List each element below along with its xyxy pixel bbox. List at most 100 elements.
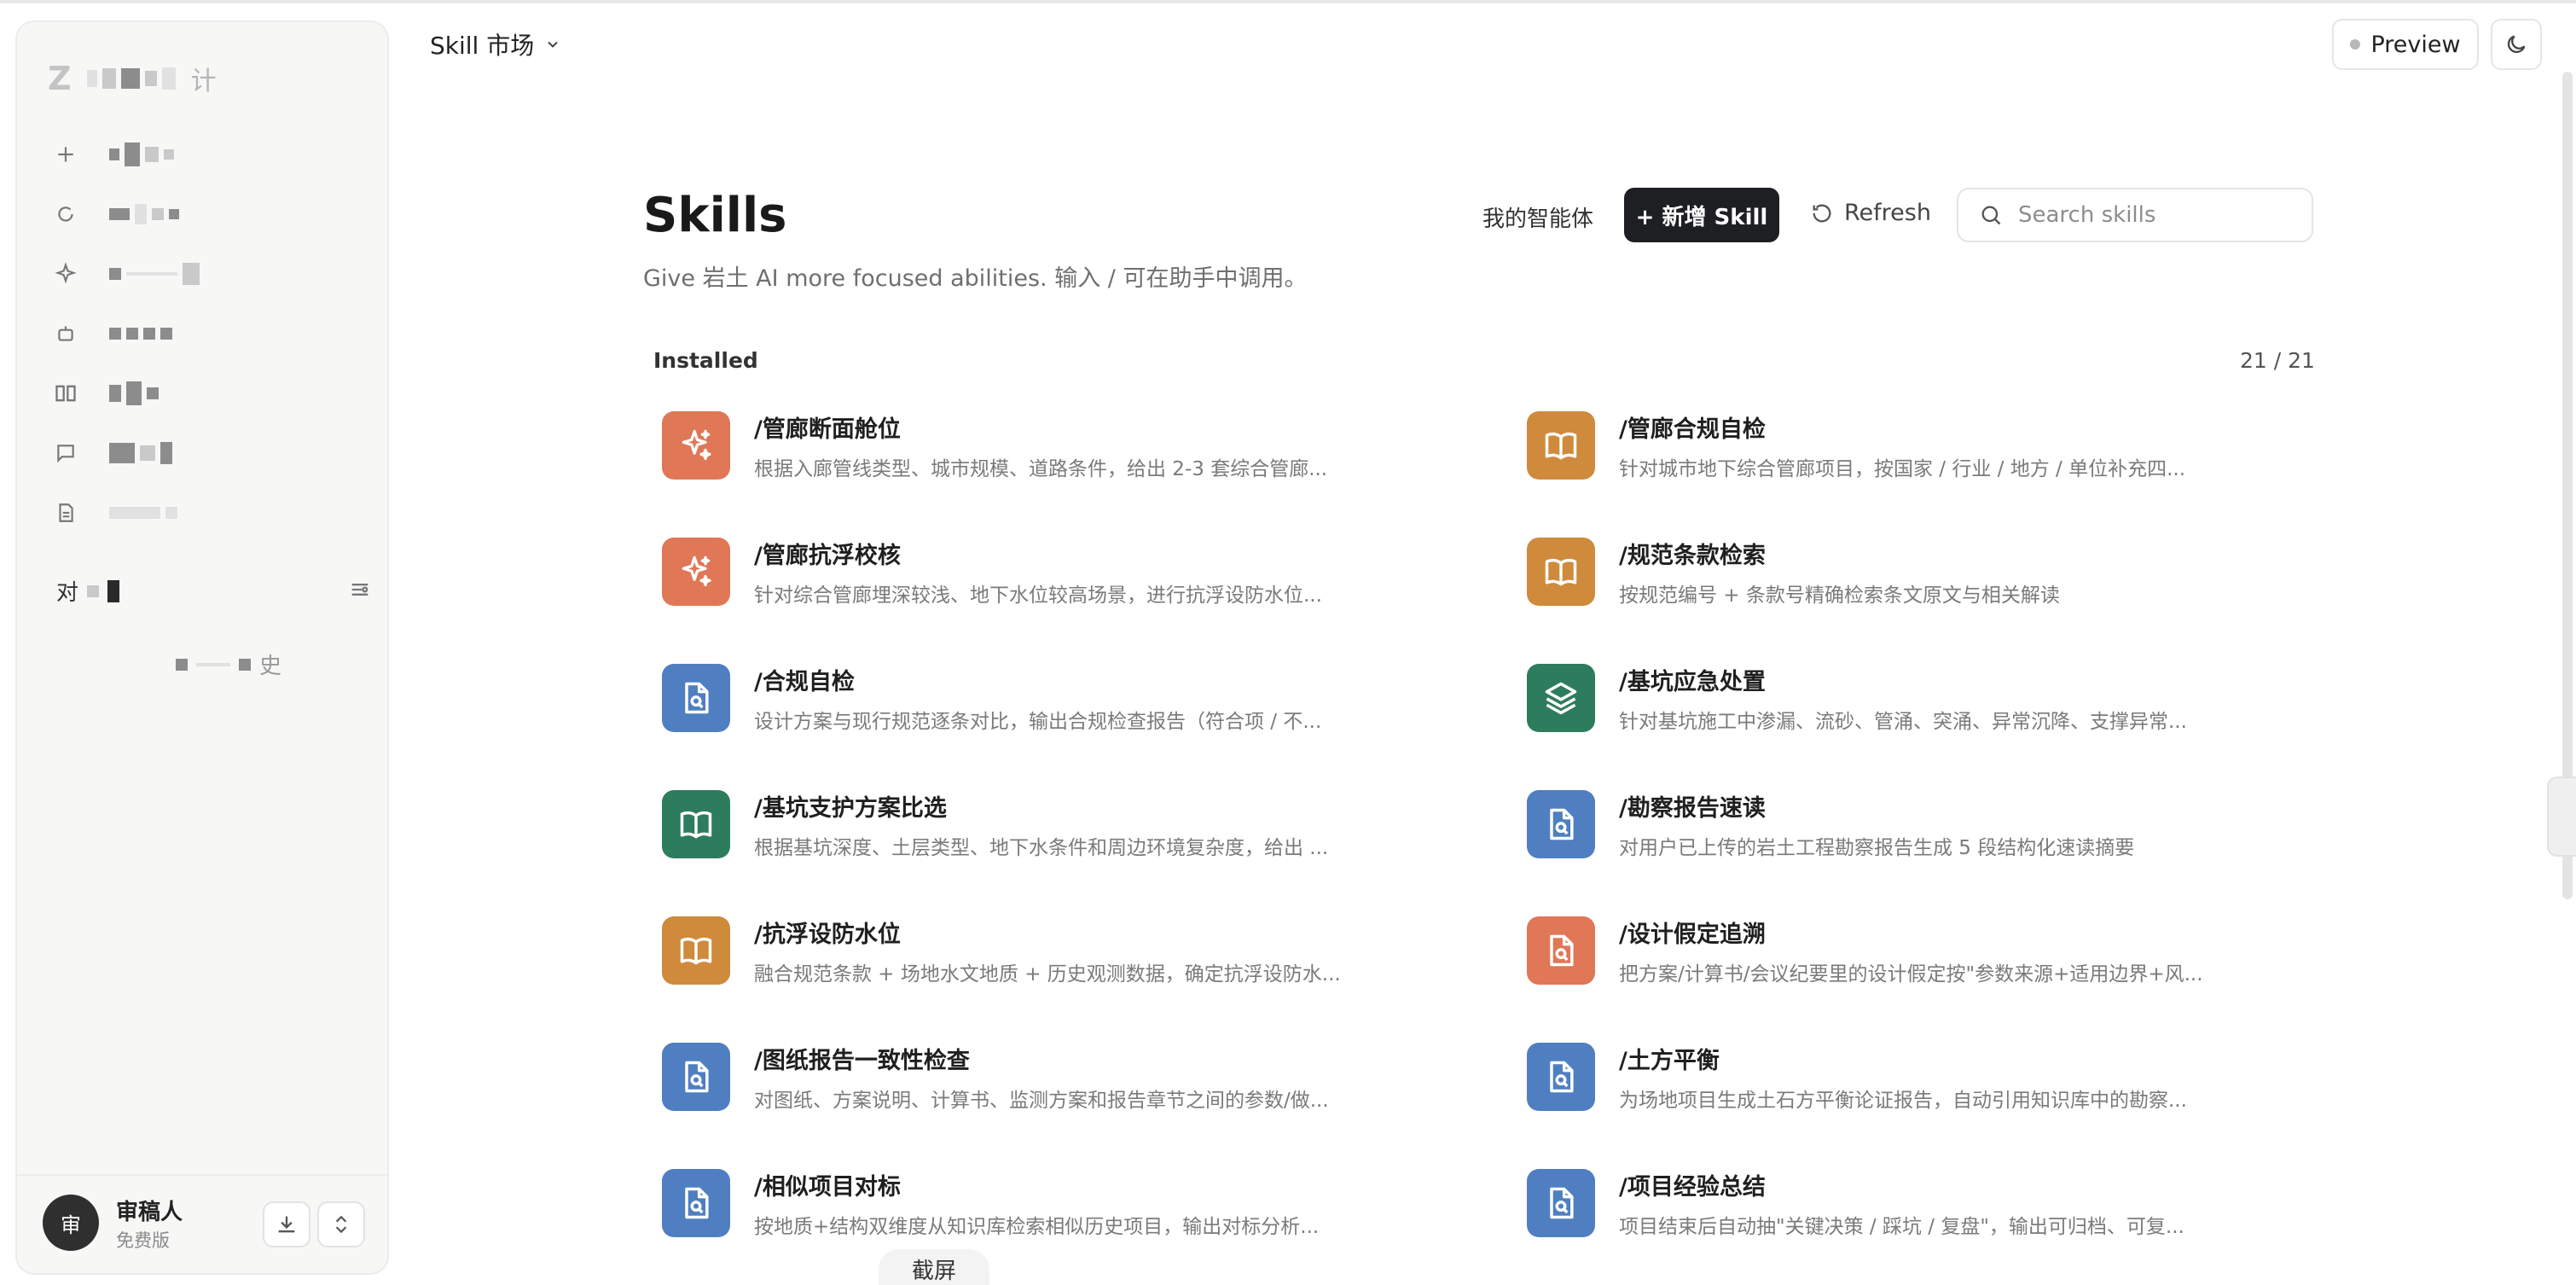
skill-name: /规范条款检索 xyxy=(1619,542,1766,569)
sparkle-icon xyxy=(662,411,730,480)
chevron-down-icon xyxy=(548,41,558,48)
sidebar-item-agents[interactable] xyxy=(51,304,375,363)
skill-card[interactable]: /基坑支护方案比选根据基坑深度、土层类型、地下水条件和周边环境复杂度，给出 ..… xyxy=(662,790,1527,859)
chat-bubble-icon xyxy=(51,439,80,468)
book-icon xyxy=(662,790,730,858)
sidebar-item-docs[interactable] xyxy=(51,483,375,543)
skill-card[interactable]: /规范条款检索按规范编号 + 条款号精确检索条文原文与相关解读 xyxy=(1527,538,2317,607)
doc-search-icon xyxy=(662,1043,730,1111)
skill-card-text: /土方平衡为场地项目生成土石方平衡论证报告，自动引用知识库中的勘察... xyxy=(1619,1042,2187,1113)
doc-search-icon xyxy=(1527,790,1595,858)
sidebar: Z 计 对 史 审 审稿人 免费版 xyxy=(15,20,389,1275)
user-plan: 免费版 xyxy=(116,1230,170,1251)
filter-icon[interactable] xyxy=(348,578,372,605)
download-icon xyxy=(278,1216,295,1233)
sidebar-item-new[interactable] xyxy=(51,125,375,184)
skill-grid: /管廊断面舱位根据入廊管线类型、城市规模、道路条件，给出 2-3 套综合管廊..… xyxy=(662,411,2317,1239)
avatar[interactable]: 审 xyxy=(43,1195,99,1251)
skill-description: 设计方案与现行规范逐条对比，输出合规检查报告（符合项 / 不... xyxy=(754,710,1322,733)
skill-card-text: /抗浮设防水位 融合规范条款 + 场地水文地质 + 历史观测数据，确定抗浮设防水.… xyxy=(754,916,1341,986)
skill-card[interactable]: /抗浮设防水位 融合规范条款 + 场地水文地质 + 历史观测数据，确定抗浮设防水.… xyxy=(662,916,1527,986)
skill-name: /土方平衡 xyxy=(1619,1047,1720,1074)
redacted-label xyxy=(109,507,177,519)
book-icon xyxy=(51,379,80,408)
skill-card[interactable]: /图纸报告一致性检查 对图纸、方案说明、计算书、监测方案和报告章节之间的参数/做.… xyxy=(662,1042,1527,1113)
skill-card[interactable]: /管廊合规自检 针对城市地下综合管廊项目，按国家 / 行业 / 地方 / 单位补充… xyxy=(1527,411,2317,480)
sparkle-icon xyxy=(51,259,80,288)
history-placeholder: 史 xyxy=(176,648,281,680)
skill-card-text: /合规自检设计方案与现行规范逐条对比，输出合规检查报告（符合项 / 不... xyxy=(754,663,1321,734)
skill-market-dropdown[interactable]: Skill 市场 xyxy=(430,27,561,61)
skill-description: 针对基坑施工中渗漏、流砂、管涌、突涌、异常沉降、支撑异常... xyxy=(1619,710,2187,733)
skill-name: /管廊抗浮校核 xyxy=(754,542,901,569)
skill-card[interactable]: /项目经验总结项目结束后自动抽"关键决策 / 踩坑 / 复盘"，输出可归档、可复… xyxy=(1527,1168,2317,1239)
skill-card[interactable]: /管廊抗浮校核 针对综合管廊埋深较浅、地下水位较高场景，进行抗浮设防水位... xyxy=(662,538,1527,607)
chevron-up-down-icon xyxy=(335,1215,347,1234)
sidebar-item-history[interactable] xyxy=(51,184,375,244)
skill-card[interactable]: /基坑应急处置针对基坑施工中渗漏、流砂、管涌、突涌、异常沉降、支撑异常... xyxy=(1527,664,2317,733)
skill-description: 对用户已上传的岩土工程勘察报告生成 5 段结构化速读摘要 xyxy=(1619,836,2135,859)
market-label: Skill 市场 xyxy=(430,32,535,60)
preview-button[interactable]: Preview xyxy=(2332,19,2479,70)
skill-card-text: /设计假定追溯 把方案/计算书/会议纪要里的设计假定按"参数来源+适用边界+风..… xyxy=(1619,916,2203,986)
skill-description: 按规范编号 + 条款号精确检索条文原文与相关解读 xyxy=(1619,584,2060,607)
skill-card-text: /图纸报告一致性检查 对图纸、方案说明、计算书、监测方案和报告章节之间的参数/做.… xyxy=(754,1042,1329,1113)
refresh-button[interactable]: Refresh xyxy=(1810,200,1931,226)
skill-description: 为场地项目生成土石方平衡论证报告，自动引用知识库中的勘察... xyxy=(1619,1089,2187,1112)
skill-card-text: /相似项目对标 按地质+结构双维度从知识库检索相似历史项目，输出对标分析... xyxy=(754,1168,1319,1239)
user-panel: 审 审稿人 免费版 xyxy=(17,1174,387,1273)
doc-search-icon xyxy=(662,664,730,732)
skill-name: /项目经验总结 xyxy=(1619,1173,1766,1201)
refresh-icon xyxy=(1813,204,1831,223)
skill-name: /基坑应急处置 xyxy=(1619,668,1766,695)
app-logo: Z xyxy=(48,60,72,97)
skill-card[interactable]: /相似项目对标 按地质+结构双维度从知识库检索相似历史项目，输出对标分析... xyxy=(662,1168,1527,1239)
screenshot-toast[interactable]: 截屏 xyxy=(879,1249,989,1285)
skill-card-text: /项目经验总结项目结束后自动抽"关键决策 / 踩坑 / 复盘"，输出可归档、可复… xyxy=(1619,1168,2184,1239)
skill-card[interactable]: /设计假定追溯 把方案/计算书/会议纪要里的设计假定按"参数来源+适用边界+风..… xyxy=(1527,916,2317,986)
refresh-icon xyxy=(51,200,80,229)
redacted-label xyxy=(109,381,159,405)
side-panel-tab[interactable] xyxy=(2547,776,2576,857)
section-label: 对 xyxy=(56,575,120,607)
skill-name: /管廊断面舱位 xyxy=(754,416,901,443)
search-icon xyxy=(1981,206,2001,225)
page-subtitle: Give 岩土 AI more focused abilities. 输入 / … xyxy=(643,265,1308,292)
skill-card[interactable]: /管廊断面舱位根据入廊管线类型、城市规模、道路条件，给出 2-3 套综合管廊..… xyxy=(662,411,1527,480)
sidebar-item-skills[interactable] xyxy=(51,244,375,304)
skill-card[interactable]: /勘察报告速读对用户已上传的岩土工程勘察报告生成 5 段结构化速读摘要 xyxy=(1527,789,2317,860)
sidebar-item-chat[interactable] xyxy=(51,423,375,483)
scrollbar[interactable] xyxy=(2562,72,2573,899)
page-title: Skills xyxy=(643,188,787,243)
search-input[interactable] xyxy=(2018,202,2291,228)
expand-button[interactable] xyxy=(317,1201,365,1247)
skill-card-text: /管廊断面舱位根据入廊管线类型、城市规模、道路条件，给出 2-3 套综合管廊..… xyxy=(754,410,1327,481)
skill-name: /合规自检 xyxy=(754,668,855,695)
robot-icon xyxy=(51,319,80,348)
skill-description: 根据入廊管线类型、城市规模、道路条件，给出 2-3 套综合管廊... xyxy=(754,457,1328,480)
skill-description: 项目结束后自动抽"关键决策 / 踩坑 / 复盘"，输出可归档、可复... xyxy=(1619,1215,2184,1238)
search-box[interactable] xyxy=(1957,188,2313,242)
theme-toggle-button[interactable] xyxy=(2491,19,2542,70)
download-button[interactable] xyxy=(263,1201,310,1247)
skill-description: 对图纸、方案说明、计算书、监测方案和报告章节之间的参数/做... xyxy=(754,1089,1329,1112)
skill-name: /基坑支护方案比选 xyxy=(754,794,947,822)
add-skill-button[interactable]: + 新增 Skill xyxy=(1624,188,1779,242)
doc-search-icon xyxy=(1527,916,1595,985)
skill-description: 根据基坑深度、土层类型、地下水条件和周边环境复杂度，给出 ... xyxy=(754,836,1329,859)
skill-name: /勘察报告速读 xyxy=(1619,794,1766,822)
my-agents-link[interactable]: 我的智能体 xyxy=(1482,201,1593,233)
skill-card[interactable]: /合规自检设计方案与现行规范逐条对比，输出合规检查报告（符合项 / 不... xyxy=(662,663,1527,734)
skill-name: /设计假定追溯 xyxy=(1619,921,1766,948)
redacted-label xyxy=(109,142,174,166)
skill-card[interactable]: /土方平衡为场地项目生成土石方平衡论证报告，自动引用知识库中的勘察... xyxy=(1527,1042,2317,1113)
book-icon xyxy=(662,916,730,985)
app-title-tail: 计 xyxy=(190,67,217,96)
moon-icon xyxy=(2507,35,2526,54)
sidebar-item-knowledge[interactable] xyxy=(51,363,375,423)
skill-card-text: /勘察报告速读对用户已上传的岩土工程勘察报告生成 5 段结构化速读摘要 xyxy=(1619,789,2134,860)
app-window: Z 计 对 史 审 审稿人 免费版 Skill 市场 Preview Skill… xyxy=(0,0,2576,1285)
plus-icon xyxy=(51,140,80,169)
sidebar-nav xyxy=(51,125,375,543)
redacted-label xyxy=(109,442,172,464)
